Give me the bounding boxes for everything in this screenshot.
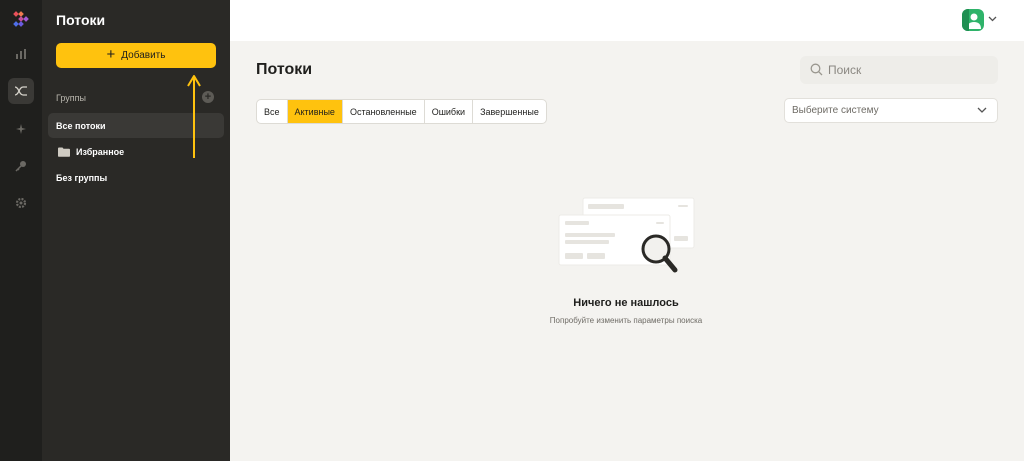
sidebar-item-label: Все потоки: [56, 120, 106, 131]
flows-icon[interactable]: [8, 78, 34, 104]
chevron-down-icon: [977, 107, 987, 113]
plus-icon: +: [106, 45, 116, 63]
page-title: Потоки: [256, 61, 313, 78]
sparkle-icon[interactable]: [8, 116, 34, 142]
system-select[interactable]: Выберите систему: [784, 98, 998, 123]
sidebar-item-label: Избранное: [76, 146, 125, 157]
tab-completed[interactable]: Завершенные: [473, 100, 546, 123]
icon-rail: [0, 0, 42, 461]
tab-stopped[interactable]: Остановленные: [343, 100, 425, 123]
sidebar: Потоки + Добавить Группы + Все потоки Из…: [42, 0, 230, 461]
empty-state-title: Ничего не нашлось: [573, 297, 679, 309]
app-logo-icon[interactable]: [11, 9, 31, 29]
status-tabs: Все Активные Остановленные Ошибки Заверш…: [256, 99, 547, 124]
tab-active[interactable]: Активные: [287, 100, 343, 123]
settings-icon[interactable]: [8, 190, 34, 216]
annotation-arrow-icon: [187, 75, 201, 158]
chevron-down-icon[interactable]: [988, 16, 997, 22]
add-button-label: Добавить: [121, 50, 166, 61]
empty-state-illustration: [558, 197, 695, 273]
empty-state-subtitle: Попробуйте изменить параметры поиска: [549, 316, 703, 325]
folder-icon: [58, 147, 70, 157]
search-icon: [810, 63, 823, 76]
key-icon[interactable]: [8, 153, 34, 179]
sidebar-item-no-group[interactable]: Без группы: [48, 165, 224, 190]
analytics-icon[interactable]: [8, 41, 34, 67]
top-bar: [230, 0, 1024, 41]
tab-all[interactable]: Все: [257, 100, 288, 123]
add-button[interactable]: + Добавить: [56, 43, 216, 68]
avatar[interactable]: [962, 9, 984, 31]
tab-errors[interactable]: Ошибки: [425, 100, 474, 123]
sidebar-title: Потоки: [56, 12, 106, 28]
system-select-placeholder: Выберите систему: [792, 105, 879, 116]
add-group-icon[interactable]: +: [202, 91, 214, 103]
search-input[interactable]: [800, 56, 998, 84]
sidebar-item-label: Без группы: [56, 172, 108, 183]
groups-label: Группы: [56, 93, 86, 103]
